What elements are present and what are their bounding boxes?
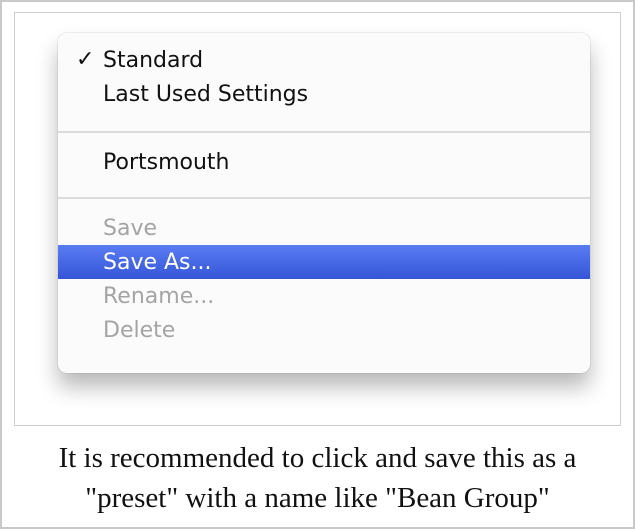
caption-line: It is recommended to click and save this… — [58, 442, 577, 474]
presets-menu: ✓ Standard Last Used Settings Portsmouth… — [58, 33, 590, 373]
screenshot-area: ✓ Standard Last Used Settings Portsmouth… — [14, 12, 621, 426]
menu-item-save-as[interactable]: Save As... — [58, 245, 590, 279]
figure-frame: ✓ Standard Last Used Settings Portsmouth… — [0, 0, 635, 529]
menu-separator — [58, 131, 590, 133]
menu-item-label: Rename... — [103, 283, 215, 309]
menu-item-label: Standard — [103, 47, 204, 73]
menu-item-standard[interactable]: ✓ Standard — [58, 43, 590, 77]
menu-separator — [58, 197, 590, 199]
menu-item-last-used-settings[interactable]: Last Used Settings — [58, 77, 590, 111]
menu-item-label: Delete — [103, 317, 176, 343]
menu-item-save[interactable]: Save — [58, 211, 590, 245]
figure-caption: It is recommended to click and save this… — [14, 438, 621, 518]
menu-item-label: Portsmouth — [103, 149, 230, 175]
menu-item-portsmouth[interactable]: Portsmouth — [58, 145, 590, 179]
menu-item-label: Last Used Settings — [103, 81, 309, 107]
menu-item-rename[interactable]: Rename... — [58, 279, 590, 313]
menu-item-label: Save — [103, 215, 158, 241]
caption-line: "preset" with a name like "Bean Group" — [85, 482, 550, 514]
checkmark-icon: ✓ — [76, 47, 95, 72]
menu-item-delete[interactable]: Delete — [58, 313, 590, 347]
menu-item-label: Save As... — [103, 249, 212, 275]
